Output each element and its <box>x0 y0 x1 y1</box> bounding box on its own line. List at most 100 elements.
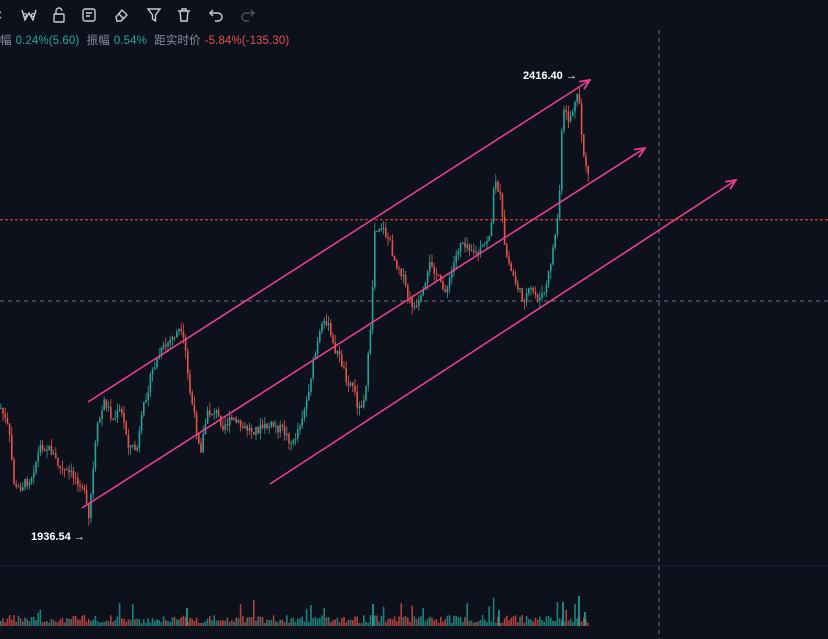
candle-body <box>525 293 528 303</box>
undo-icon[interactable] <box>205 4 227 26</box>
candle-body <box>565 109 567 112</box>
volume-bar <box>217 620 220 626</box>
ath-distance-label: 距实时价 <box>154 35 201 47</box>
volume-bar <box>110 615 112 626</box>
volume-bar <box>374 615 376 626</box>
volume-bar <box>580 621 583 626</box>
candle-body <box>415 306 418 308</box>
volume-bar <box>123 618 125 626</box>
candle-body <box>319 331 321 342</box>
volume-bar <box>268 620 270 626</box>
volume-bar <box>206 618 209 626</box>
candle-body <box>308 391 310 400</box>
volume-bar <box>380 615 383 626</box>
volume-bar <box>305 608 308 626</box>
price-chart[interactable] <box>0 0 828 639</box>
candle-body <box>389 238 391 241</box>
volume-bar <box>134 619 136 626</box>
candle-body <box>517 283 519 290</box>
filter-icon[interactable] <box>143 4 165 26</box>
volume-bar <box>299 618 301 626</box>
volume-bar <box>495 622 497 626</box>
volume-bar <box>99 622 101 626</box>
volume-bar <box>492 597 495 626</box>
candle-body <box>360 405 363 408</box>
volume-bar <box>37 612 39 626</box>
redo-icon[interactable] <box>237 4 259 26</box>
volume-bar <box>534 618 537 626</box>
volume-bar <box>2 618 4 626</box>
volume-bar <box>360 622 363 626</box>
volume-bar <box>92 619 94 626</box>
volume-bar <box>453 615 455 626</box>
candle-body <box>426 271 429 284</box>
eraser-icon[interactable] <box>110 4 132 26</box>
volume-bar <box>228 622 231 626</box>
volume-bar <box>173 616 176 626</box>
candle-body <box>352 382 354 387</box>
candle-body <box>125 422 127 435</box>
candle-body <box>81 486 83 488</box>
volume-bar <box>0 621 2 626</box>
candle-body <box>250 427 253 432</box>
candle-body <box>226 424 229 426</box>
candle-body <box>411 297 413 308</box>
volume-bar <box>261 617 264 626</box>
candle-body <box>567 111 570 122</box>
volume-bar <box>541 619 543 626</box>
candle-body <box>563 109 565 132</box>
volume-bar <box>63 622 66 626</box>
candle-body <box>55 453 57 458</box>
more-icon[interactable] <box>0 4 14 26</box>
candle-body <box>187 351 189 375</box>
volume-bar <box>248 616 251 626</box>
lock-icon[interactable] <box>48 4 70 26</box>
volume-bar <box>429 616 431 626</box>
volume-bar <box>481 615 484 626</box>
candle-body <box>358 405 361 408</box>
candle-body <box>363 400 365 408</box>
candle-body <box>8 423 11 435</box>
volume-bar <box>244 622 246 626</box>
volume-bar <box>226 617 229 626</box>
volume-bar <box>169 622 171 626</box>
volume-bar <box>536 619 539 626</box>
note-icon[interactable] <box>78 4 100 26</box>
volume-bar <box>314 616 317 626</box>
volume-bar <box>182 615 185 626</box>
volume-bar <box>528 618 530 626</box>
candle-body <box>404 274 407 286</box>
candle-body <box>587 165 589 175</box>
volume-bar <box>514 615 517 626</box>
candle-body <box>299 425 301 430</box>
volume-bar <box>490 621 493 626</box>
volume-bar <box>365 621 367 626</box>
volume-bar <box>145 622 147 626</box>
volume-bar <box>41 621 44 626</box>
tag-icon[interactable] <box>18 4 40 26</box>
volume-bar <box>259 616 262 626</box>
volume-bar <box>213 615 215 626</box>
candle-body <box>437 274 440 276</box>
volume-bar <box>431 617 433 626</box>
volume-bar <box>352 620 354 626</box>
candle-body <box>99 418 101 423</box>
volume-bar <box>147 618 149 626</box>
candle-body <box>96 422 99 443</box>
trash-icon[interactable] <box>173 4 195 26</box>
candle-body <box>301 418 303 426</box>
volume-bar <box>211 620 213 626</box>
volume-bar <box>270 619 273 626</box>
candle-body <box>442 281 444 290</box>
candle-body <box>336 351 339 354</box>
volume-bar <box>149 622 152 626</box>
candle-body <box>528 288 530 294</box>
candle-body <box>33 472 35 478</box>
candle-body <box>228 417 231 426</box>
volume-bar <box>257 616 259 626</box>
candle-body <box>380 228 383 230</box>
channel-lower-line <box>269 180 736 485</box>
candle-body <box>541 293 543 298</box>
volume-bar <box>52 620 55 626</box>
volume-bar <box>8 615 11 626</box>
